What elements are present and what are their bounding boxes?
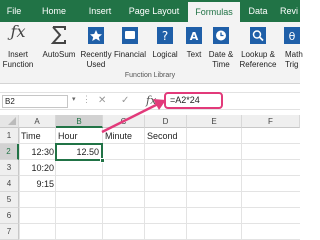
math-book-icon: θ xyxy=(284,27,300,44)
tab-formulas[interactable]: Formulas xyxy=(188,2,240,22)
date-time-label-2: Time xyxy=(212,60,230,69)
math-label-2: Trig xyxy=(285,60,299,69)
row-header-5[interactable]: 5 xyxy=(0,192,19,208)
lookup-book-icon xyxy=(250,27,266,44)
recently-used-label-2: Used xyxy=(86,60,106,69)
cell-c1[interactable]: Minute xyxy=(103,128,145,144)
logical-book-icon: ? xyxy=(157,27,173,44)
cell-b2-selected[interactable]: 12.50 xyxy=(55,143,103,161)
fill-handle[interactable] xyxy=(100,158,105,163)
column-header-c[interactable]: C xyxy=(103,115,145,128)
tab-review[interactable]: Revi xyxy=(276,0,302,22)
star-book-icon xyxy=(88,27,104,44)
ribbon-spacer xyxy=(0,85,300,92)
svg-text:A: A xyxy=(190,30,199,43)
tab-file[interactable]: File xyxy=(0,0,28,22)
cell-d1[interactable]: Second xyxy=(145,128,187,144)
cell-a2[interactable]: 12:30 xyxy=(19,144,56,160)
clock-book-icon xyxy=(213,27,229,44)
row-header-1[interactable]: 1 xyxy=(0,128,19,144)
separator-dots: ⋮ xyxy=(82,94,91,104)
name-box[interactable]: B2 xyxy=(2,95,68,108)
name-box-dropdown-icon[interactable]: ▾ xyxy=(72,95,76,103)
date-time-label-1: Date & xyxy=(208,50,234,59)
text-book-icon: A xyxy=(186,27,202,44)
select-all-triangle-icon xyxy=(8,117,16,125)
column-header-b[interactable]: B xyxy=(56,115,103,128)
ribbon-tab-bar: File Home Insert Page Layout Formulas Da… xyxy=(0,0,300,22)
row-header-3[interactable]: 3 xyxy=(0,160,19,176)
cell-b1[interactable]: Hour xyxy=(56,128,103,144)
column-gridlines xyxy=(144,128,145,240)
formula-input-highlighted[interactable]: =A2*24 xyxy=(164,92,223,109)
worksheet-grid: A B C D E F 1 2 3 4 5 6 7 Time Hour Minu… xyxy=(0,115,300,240)
cancel-icon[interactable]: ✕ xyxy=(98,95,106,106)
column-header-f[interactable]: F xyxy=(242,115,300,128)
formula-bar: B2 ▾ ⋮ ✕ ✓ fx xyxy=(0,92,300,110)
column-gridlines xyxy=(186,128,187,240)
row-header-7[interactable]: 7 xyxy=(0,224,19,240)
insert-function-icon[interactable]: fx xyxy=(146,94,156,107)
tab-insert[interactable]: Insert xyxy=(80,0,120,22)
tab-page-layout[interactable]: Page Layout xyxy=(123,0,185,22)
function-library-group-label: Function Library xyxy=(124,72,176,79)
cell-a3[interactable]: 10:20 xyxy=(19,160,56,176)
lookup-label-1: Lookup & xyxy=(241,50,275,59)
sigma-icon xyxy=(50,26,66,44)
math-label-1: Math xyxy=(285,50,303,59)
column-header-a[interactable]: A xyxy=(19,115,56,128)
enter-icon[interactable]: ✓ xyxy=(121,95,129,106)
lookup-label-2: Reference xyxy=(239,60,277,69)
insert-function-label-2: Function xyxy=(2,60,34,69)
cell-a1[interactable]: Time xyxy=(19,128,56,144)
svg-text:?: ? xyxy=(162,29,168,43)
ribbon: ƒx Insert Function AutoSum Recently Used F… xyxy=(0,22,303,84)
tab-data[interactable]: Data xyxy=(243,0,273,22)
svg-text:θ: θ xyxy=(289,30,296,43)
row-header-2[interactable]: 2 xyxy=(0,144,19,160)
cell-a4[interactable]: 9:15 xyxy=(19,176,56,192)
logical-label: Logical xyxy=(152,50,178,59)
row-header-4[interactable]: 4 xyxy=(0,176,19,192)
financial-book-icon xyxy=(122,27,138,44)
column-header-d[interactable]: D xyxy=(145,115,187,128)
row-header-6[interactable]: 6 xyxy=(0,208,19,224)
insert-function-label-1: Insert xyxy=(7,50,28,59)
recently-used-label-1: Recently xyxy=(80,50,112,59)
fx-icon: ƒx xyxy=(10,22,26,41)
column-gridlines xyxy=(241,128,242,240)
autosum-label: AutoSum xyxy=(42,50,76,59)
column-header-e[interactable]: E xyxy=(187,115,242,128)
financial-label: Financial xyxy=(113,50,146,59)
text-label: Text xyxy=(186,50,202,59)
tab-home[interactable]: Home xyxy=(31,0,77,22)
select-all-corner[interactable] xyxy=(0,115,19,128)
